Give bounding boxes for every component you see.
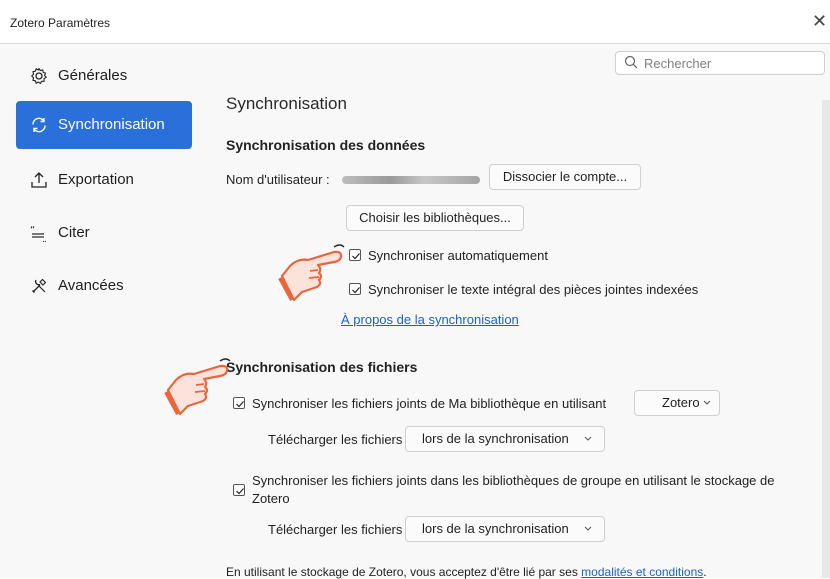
chevron-down-icon	[584, 436, 592, 441]
sync-pane: Synchronisation Synchronisation des donn…	[190, 44, 822, 579]
scrollbar[interactable]	[822, 100, 830, 578]
sidebar: Générales Synchronisation Exportation “	[0, 44, 192, 578]
download-mode-select[interactable]: lors de la synchronisation	[405, 426, 605, 452]
download-mode-select-2[interactable]: lors de la synchronisation	[405, 516, 605, 542]
chevron-down-icon	[584, 526, 592, 531]
terms-period: .	[703, 565, 707, 579]
fulltext-sync-label: Synchroniser le texte intégral des pièce…	[368, 282, 699, 297]
terms-text: En utilisant le stockage de Zotero, vous…	[226, 565, 578, 579]
sidebar-item-sync[interactable]: Synchronisation	[16, 101, 192, 149]
download-files-label: Télécharger les fichiers	[268, 432, 403, 447]
choose-libraries-button[interactable]: Choisir les bibliothèques...	[346, 205, 524, 231]
page-title: Synchronisation	[226, 94, 347, 113]
username-label: Nom d'utilisateur :	[226, 172, 330, 187]
sidebar-item-cite[interactable]: “ „ Citer	[16, 209, 192, 257]
download-mode-value: lors de la synchronisation	[422, 431, 569, 446]
pointing-hand-icon	[164, 358, 231, 416]
storage-service-value: Zotero	[662, 395, 700, 410]
unlink-account-button[interactable]: Dissocier le compte...	[489, 164, 641, 190]
download-mode-value-2: lors de la synchronisation	[422, 521, 569, 536]
close-icon[interactable]: ✕	[812, 10, 828, 32]
sidebar-item-label: Exportation	[58, 171, 134, 188]
sidebar-item-general[interactable]: Générales	[16, 52, 192, 100]
username-value	[342, 176, 480, 184]
preferences-window: Zotero Paramètres ✕ Rechercher Générales…	[0, 0, 830, 579]
tools-icon	[32, 278, 47, 293]
data-sync-heading: Synchronisation des données	[226, 137, 426, 153]
fulltext-sync-checkbox[interactable]	[349, 283, 361, 295]
gear-icon	[31, 67, 47, 85]
storage-service-select[interactable]: Zotero	[634, 390, 720, 416]
auto-sync-checkbox[interactable]	[349, 249, 361, 261]
export-icon	[31, 172, 47, 188]
window-title: Zotero Paramètres	[10, 16, 111, 30]
sidebar-item-label: Synchronisation	[58, 116, 165, 133]
chevron-down-icon	[703, 400, 711, 405]
terms-notice: En utilisant le stockage de Zotero, vous…	[226, 565, 707, 579]
auto-sync-label: Synchroniser automatiquement	[368, 248, 548, 263]
my-library-files-checkbox[interactable]	[233, 397, 245, 409]
group-library-files-label: Synchroniser les fichiers joints dans le…	[252, 473, 775, 488]
my-library-files-label: Synchroniser les fichiers joints de Ma b…	[252, 396, 607, 411]
sidebar-item-export[interactable]: Exportation	[16, 156, 192, 204]
pointing-hand-icon	[278, 244, 345, 302]
file-sync-heading: Synchronisation des fichiers	[226, 359, 418, 375]
sidebar-item-label: Générales	[58, 67, 128, 84]
quote-icon: “ „	[30, 225, 47, 242]
group-library-files-checkbox[interactable]	[233, 484, 245, 496]
sidebar-item-label: Avancées	[58, 277, 124, 294]
title-bar: Zotero Paramètres ✕	[0, 0, 830, 44]
sidebar-item-label: Citer	[58, 224, 90, 241]
download-files-label-2: Télécharger les fichiers	[268, 522, 403, 537]
sidebar-item-advanced[interactable]: Avancées	[16, 262, 192, 310]
svg-text:„: „	[42, 235, 47, 242]
terms-link[interactable]: modalités et conditions	[581, 565, 703, 579]
sync-icon	[32, 117, 46, 133]
group-library-files-label-continued: Zotero	[252, 491, 290, 506]
about-sync-link[interactable]: À propos de la synchronisation	[341, 312, 519, 327]
